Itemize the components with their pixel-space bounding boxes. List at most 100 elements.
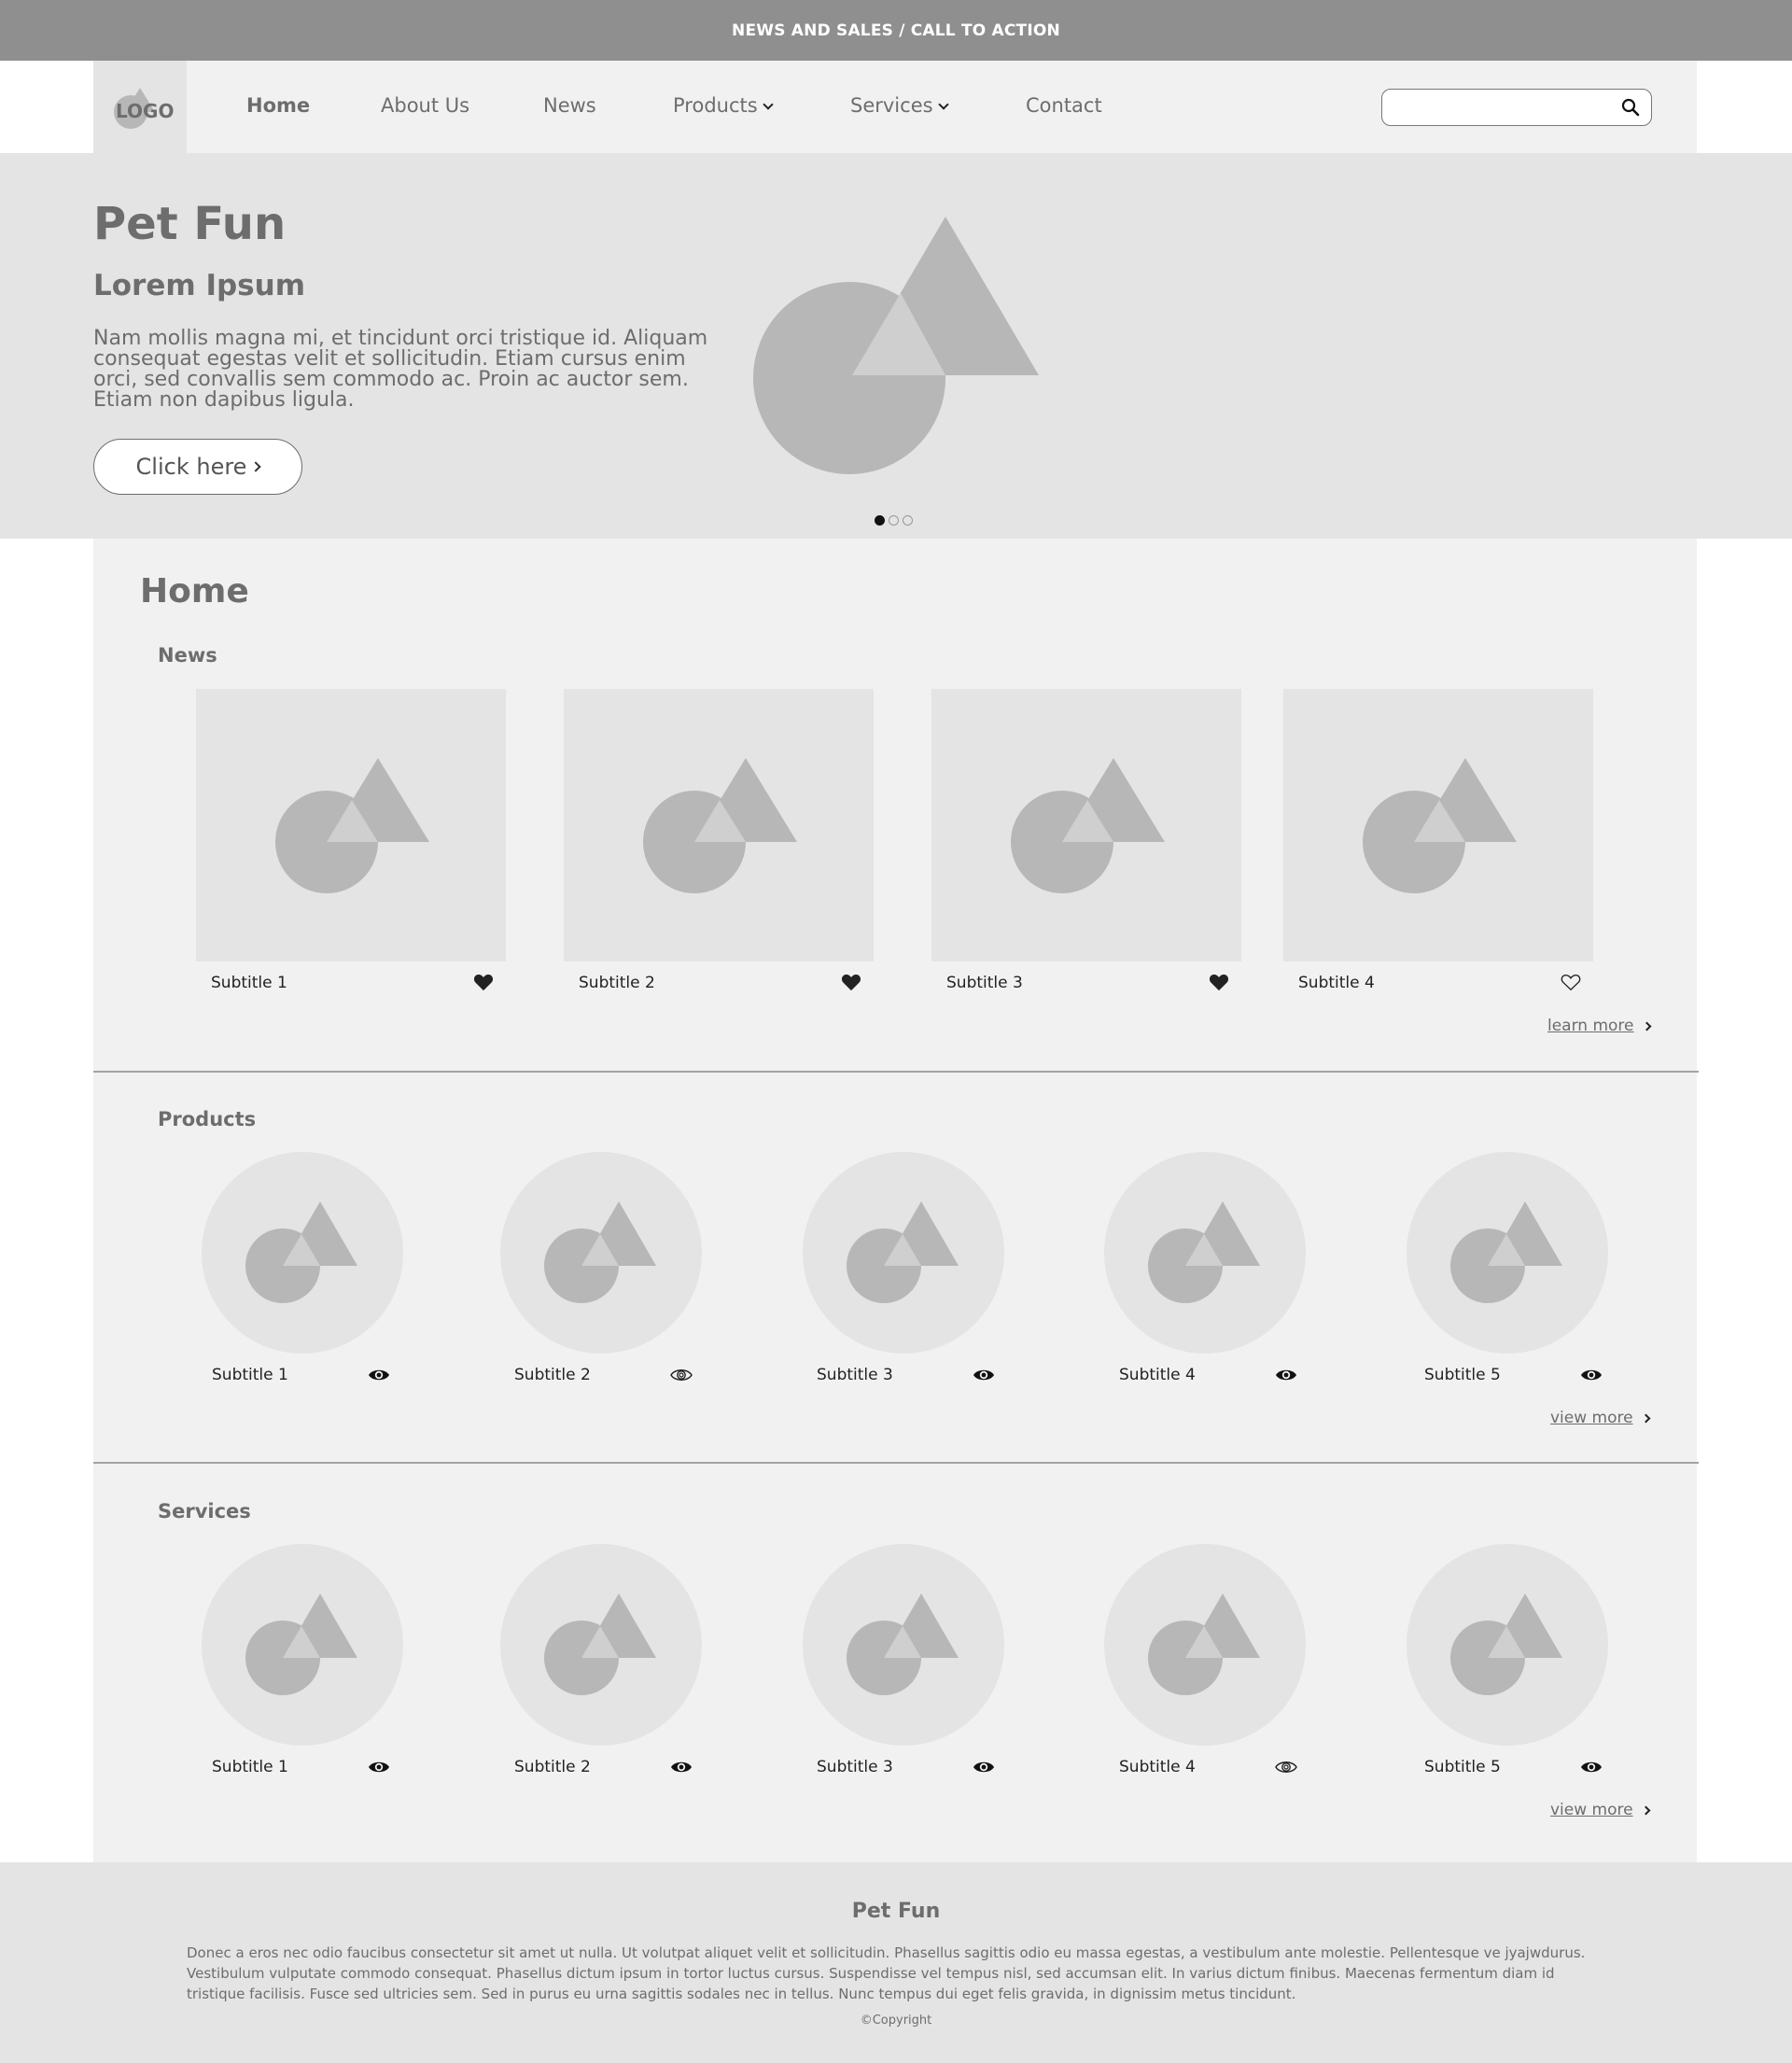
eye-icon[interactable]: [368, 1367, 390, 1383]
learn-more-label: learn more: [1547, 1017, 1634, 1035]
image-placeholder-icon: [1148, 1201, 1260, 1303]
nav-link-products[interactable]: Products: [673, 94, 774, 117]
image-placeholder-icon: [1450, 1201, 1562, 1303]
eye-icon[interactable]: [973, 1367, 995, 1383]
service-subtitle-4[interactable]: Subtitle 4: [1119, 1758, 1196, 1776]
service-thumb-5[interactable]: [1407, 1544, 1608, 1746]
news-card-2[interactable]: [564, 689, 874, 961]
nav-link-home[interactable]: Home: [246, 94, 310, 117]
service-subtitle-2[interactable]: Subtitle 2: [514, 1758, 591, 1776]
carousel-dot-1[interactable]: [875, 515, 885, 526]
news-card-1[interactable]: [196, 689, 506, 961]
product-thumb-2[interactable]: [500, 1152, 702, 1354]
service-subtitle-1[interactable]: Subtitle 1: [212, 1758, 288, 1776]
section-divider: [93, 1462, 1699, 1464]
eye-icon[interactable]: [1580, 1367, 1603, 1383]
search-input[interactable]: [1381, 89, 1652, 126]
nav-link-news[interactable]: News: [543, 94, 596, 117]
page-title: Home: [140, 572, 249, 610]
hero-subtitle: Lorem Ipsum: [93, 269, 306, 302]
eye-icon[interactable]: [1275, 1367, 1297, 1383]
news-section-title: News: [158, 644, 217, 667]
services-section-title: Services: [158, 1500, 251, 1523]
product-thumb-4[interactable]: [1104, 1152, 1306, 1354]
eye-outline-icon[interactable]: [1275, 1759, 1297, 1775]
image-placeholder-icon: [847, 1593, 959, 1695]
image-placeholder-icon: [1363, 758, 1517, 893]
announcement-text[interactable]: NEWS AND SALES / CALL TO ACTION: [732, 21, 1060, 40]
products-view-more-link[interactable]: view more: [1550, 1409, 1651, 1427]
service-subtitle-3[interactable]: Subtitle 3: [817, 1758, 893, 1776]
product-subtitle-5[interactable]: Subtitle 5: [1424, 1366, 1501, 1384]
image-placeholder-icon: [1450, 1593, 1562, 1695]
news-card-4[interactable]: [1283, 689, 1593, 961]
chevron-down-icon: [763, 99, 774, 110]
heart-filled-icon[interactable]: [473, 973, 494, 991]
service-thumb-1[interactable]: [202, 1544, 403, 1746]
service-subtitle-5[interactable]: Subtitle 5: [1424, 1758, 1501, 1776]
product-subtitle-3[interactable]: Subtitle 3: [817, 1366, 893, 1384]
product-subtitle-4[interactable]: Subtitle 4: [1119, 1366, 1196, 1384]
carousel-dot-3[interactable]: [903, 515, 913, 526]
nav-link-about-us[interactable]: About Us: [381, 94, 469, 117]
logo[interactable]: LOGO: [93, 61, 187, 153]
carousel-dot-2[interactable]: [889, 515, 899, 526]
image-placeholder-icon: [643, 758, 797, 893]
news-subtitle-2[interactable]: Subtitle 2: [579, 974, 655, 992]
announcement-bar[interactable]: NEWS AND SALES / CALL TO ACTION: [0, 0, 1792, 61]
image-placeholder-icon: [245, 1593, 357, 1695]
copyright-text: ©Copyright: [860, 2014, 932, 2028]
main-nav: LOGO Home About Us News Products Service…: [93, 61, 1697, 153]
product-subtitle-2[interactable]: Subtitle 2: [514, 1366, 591, 1384]
main-content: Home News Subtitle 1 Subtitle 2 Subtitle…: [93, 539, 1699, 1862]
view-more-label: view more: [1550, 1409, 1633, 1427]
service-thumb-4[interactable]: [1104, 1544, 1306, 1746]
news-subtitle-4[interactable]: Subtitle 4: [1298, 974, 1375, 992]
nav-link-contact[interactable]: Contact: [1026, 94, 1102, 117]
footer-title: Pet Fun: [851, 1900, 941, 1923]
product-subtitle-1[interactable]: Subtitle 1: [212, 1366, 288, 1384]
hero-banner: Pet Fun Lorem Ipsum Nam mollis magna mi,…: [0, 153, 1792, 539]
heart-outline-icon[interactable]: [1561, 973, 1581, 991]
service-thumb-3[interactable]: [803, 1544, 1004, 1746]
click-here-button[interactable]: Click here: [93, 439, 302, 495]
service-thumb-2[interactable]: [500, 1544, 702, 1746]
product-thumb-1[interactable]: [202, 1152, 403, 1354]
eye-icon[interactable]: [670, 1759, 693, 1775]
logo-text: LOGO: [116, 100, 175, 122]
view-more-label: view more: [1550, 1801, 1633, 1819]
chevron-right-icon: [250, 461, 262, 472]
news-subtitle-3[interactable]: Subtitle 3: [946, 974, 1023, 992]
products-section-title: Products: [158, 1108, 257, 1130]
nav-link-services-label: Services: [850, 94, 933, 117]
news-card-3[interactable]: [931, 689, 1241, 961]
image-placeholder-icon: [1148, 1593, 1260, 1695]
eye-icon[interactable]: [1580, 1759, 1603, 1775]
section-divider: [93, 1071, 1699, 1073]
image-placeholder-icon: [245, 1201, 357, 1303]
eye-outline-icon[interactable]: [670, 1367, 693, 1383]
eye-icon[interactable]: [973, 1759, 995, 1775]
footer-description: Donec a eros nec odio faucibus consectet…: [187, 1944, 1586, 2002]
search-icon[interactable]: [1621, 98, 1640, 117]
carousel-dots: [875, 515, 913, 526]
image-placeholder-icon: [847, 1201, 959, 1303]
image-placeholder-icon: [1011, 758, 1165, 893]
hero-description: Nam mollis magna mi, et tincidunt orci t…: [93, 327, 708, 412]
chevron-down-icon: [937, 99, 949, 110]
chevron-right-icon: [1641, 1413, 1651, 1424]
product-thumb-3[interactable]: [803, 1152, 1004, 1354]
heart-filled-icon[interactable]: [1209, 973, 1229, 991]
footer: Pet Fun Donec a eros nec odio faucibus c…: [0, 1862, 1792, 2063]
heart-filled-icon[interactable]: [841, 973, 861, 991]
chevron-right-icon: [1642, 1021, 1651, 1032]
nav-link-services[interactable]: Services: [850, 94, 949, 117]
product-thumb-5[interactable]: [1407, 1152, 1608, 1354]
news-subtitle-1[interactable]: Subtitle 1: [211, 974, 287, 992]
hero-title: Pet Fun: [93, 198, 287, 250]
hero-image-placeholder-icon: [753, 217, 1039, 474]
learn-more-link[interactable]: learn more: [1547, 1017, 1651, 1035]
services-view-more-link[interactable]: view more: [1550, 1801, 1651, 1819]
eye-icon[interactable]: [368, 1759, 390, 1775]
image-placeholder-icon: [544, 1593, 656, 1695]
